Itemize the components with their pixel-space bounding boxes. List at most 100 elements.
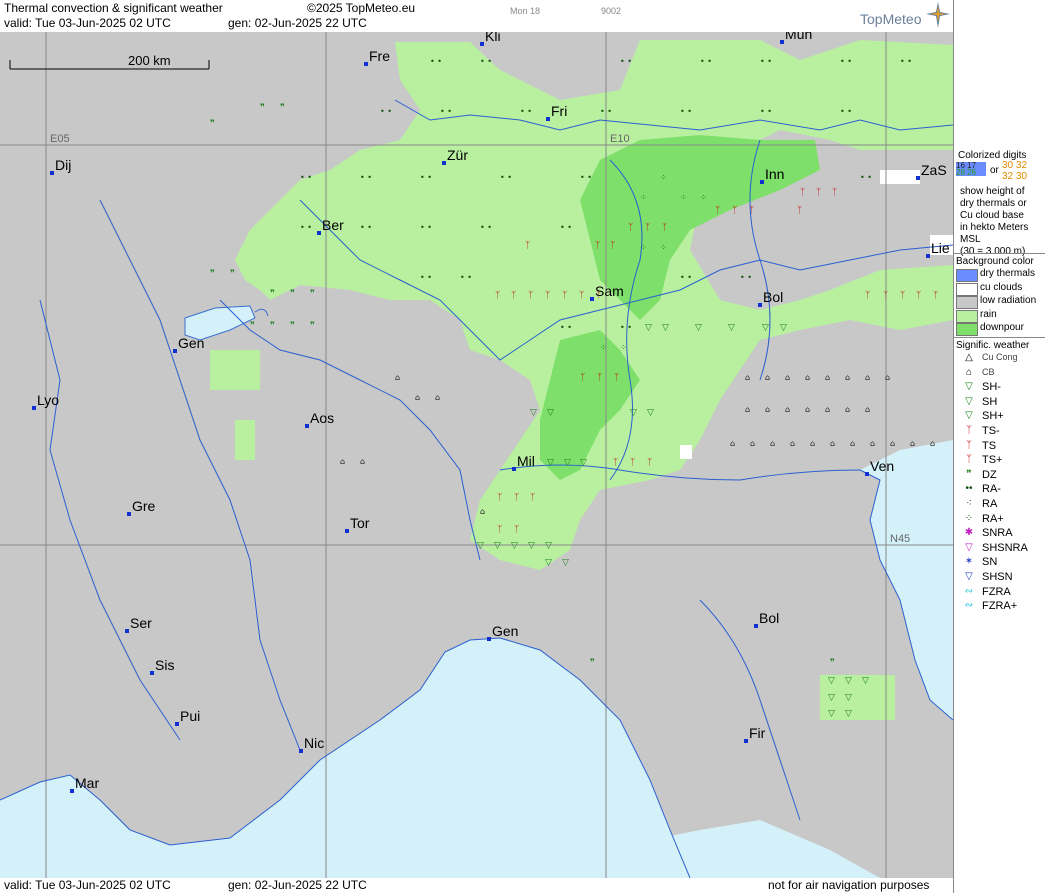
svg-text:ᛉ: ᛉ (865, 290, 870, 301)
svg-text:❞: ❞ (270, 289, 275, 299)
svg-text:ᛉ: ᛉ (630, 457, 635, 468)
svg-text:⌂: ⌂ (805, 373, 810, 382)
city-label: Nic (304, 735, 324, 751)
svg-text:❞: ❞ (270, 321, 275, 331)
svg-text:ᛉ: ᛉ (662, 222, 667, 233)
svg-text:⌂: ⌂ (845, 405, 850, 414)
city-label: Gre (132, 498, 156, 514)
weather-symbol-icon: ❞ (966, 468, 972, 480)
weather-label: SH+ (982, 410, 1004, 423)
svg-text:ᛉ: ᛉ (900, 290, 905, 301)
city-dot (926, 254, 930, 258)
grid-label-e05: E05 (50, 133, 70, 145)
svg-text:ᛉ: ᛉ (647, 457, 652, 468)
svg-text:ᛉ: ᛉ (580, 372, 585, 383)
city-label: Fre (369, 48, 390, 64)
city-dot (758, 303, 762, 307)
svg-text:• •: • • (440, 107, 452, 116)
valid-time: valid: Tue 03-Jun-2025 02 UTC (4, 16, 171, 30)
weather-symbol-icon: ✱ (964, 527, 974, 539)
color-label: low radiation (980, 295, 1037, 306)
scale-bar-label: 200 km (128, 53, 171, 68)
divider (954, 337, 1045, 338)
svg-text:⌂: ⌂ (750, 439, 755, 448)
svg-text:• •: • • (900, 57, 912, 66)
svg-text:ᛉ: ᛉ (495, 290, 500, 301)
city-label: Pui (180, 708, 200, 724)
svg-text:⁘: ⁘ (660, 173, 667, 182)
svg-text:• •: • • (420, 223, 432, 232)
digits-sample-a: 16 17 28 26 (956, 162, 986, 177)
svg-text:⌂: ⌂ (415, 393, 420, 402)
legend-description-line: show height of (960, 186, 1025, 197)
weather-label: TS (982, 439, 997, 452)
weather-label: SHSN (982, 571, 1013, 583)
svg-text:❞: ❞ (260, 103, 265, 113)
legend-panel: Colorized digits 16 17 28 26 or 30 32 32 3… (953, 0, 1045, 893)
color-label: downpour (980, 322, 1024, 333)
svg-text:▽: ▽ (564, 458, 571, 468)
or-label: or (990, 165, 999, 176)
scale-bar (9, 60, 210, 70)
svg-text:• •: • • (480, 57, 492, 66)
svg-text:▽: ▽ (828, 693, 835, 703)
city-label: Bol (759, 610, 779, 626)
svg-text:⌂: ⌂ (810, 439, 815, 448)
color-swatch (956, 296, 978, 309)
svg-text:❞: ❞ (250, 321, 255, 331)
svg-text:⌂: ⌂ (765, 373, 770, 382)
city-dot (299, 749, 303, 753)
svg-text:• •: • • (760, 57, 772, 66)
svg-text:▽: ▽ (645, 323, 652, 333)
svg-text:⌂: ⌂ (865, 405, 870, 414)
city-dot (442, 161, 446, 165)
digits-sample-b: 30 32 32 30 (1002, 160, 1027, 182)
svg-text:ᛉ: ᛉ (715, 205, 720, 216)
city-label: Gen (492, 623, 518, 639)
svg-text:⌂: ⌂ (830, 439, 835, 448)
city-label: Ven (870, 458, 894, 474)
svg-text:▽: ▽ (494, 541, 501, 551)
svg-text:ᛉ: ᛉ (545, 290, 550, 301)
svg-text:• •: • • (300, 173, 312, 182)
city-dot (916, 176, 920, 180)
svg-text:⌂: ⌂ (845, 373, 850, 382)
svg-text:▽: ▽ (511, 541, 518, 551)
weather-label: TS+ (982, 454, 1003, 467)
city-label: Fir (749, 725, 766, 741)
svg-text:⁘: ⁘ (700, 193, 707, 202)
logo-star-icon (926, 2, 950, 28)
svg-text:ᛉ: ᛉ (579, 290, 584, 301)
weekday-label: Mon 18 (510, 6, 541, 16)
weather-label: FZRA (982, 585, 1011, 598)
city-dot (150, 671, 154, 675)
city-label: Tor (350, 515, 370, 531)
svg-text:ᛉ: ᛉ (528, 290, 533, 301)
svg-text:▽: ▽ (845, 709, 852, 719)
svg-text:• •: • • (680, 273, 692, 282)
svg-text:▽: ▽ (762, 323, 769, 333)
svg-text:⌂: ⌂ (825, 373, 830, 382)
svg-text:⌂: ⌂ (340, 457, 345, 466)
city-dot (125, 629, 129, 633)
svg-text:• •: • • (620, 323, 632, 332)
svg-text:▽: ▽ (545, 541, 552, 551)
svg-text:ᛉ: ᛉ (797, 205, 802, 216)
svg-text:• •: • • (700, 57, 712, 66)
city-label: Lyo (37, 392, 59, 408)
footer-valid-time: valid: Tue 03-Jun-2025 02 UTC (4, 878, 171, 892)
city-dot (780, 40, 784, 44)
weather-map[interactable]: E05 E10 N45 ᛉ ᛉ ᛉ ᛉ ᛉ ᛉ ᛉ ᛉ ᛉ ᛉ ᛉ ᛉ ᛉ ᛉ ᛉ ᛉ ᛉ ᛉ ᛉ ᛉ ᛉ ᛉ ᛉ… (0, 32, 953, 878)
svg-text:ᛉ: ᛉ (916, 290, 921, 301)
svg-text:ᛉ: ᛉ (514, 492, 519, 503)
city-dot (345, 529, 349, 533)
city-label: Kli (485, 32, 501, 44)
city-dot (480, 42, 484, 46)
map-svg: E05 E10 N45 ᛉ ᛉ ᛉ ᛉ ᛉ ᛉ ᛉ ᛉ ᛉ ᛉ ᛉ ᛉ ᛉ ᛉ ᛉ ᛉ ᛉ ᛉ ᛉ ᛉ ᛉ ᛉ ᛉ… (0, 32, 953, 878)
svg-text:⁘: ⁘ (640, 243, 647, 252)
svg-text:• •: • • (460, 273, 472, 282)
svg-text:⌂: ⌂ (805, 405, 810, 414)
svg-text:• •: • • (600, 107, 612, 116)
svg-text:• •: • • (560, 323, 572, 332)
svg-text:⌂: ⌂ (395, 373, 400, 382)
